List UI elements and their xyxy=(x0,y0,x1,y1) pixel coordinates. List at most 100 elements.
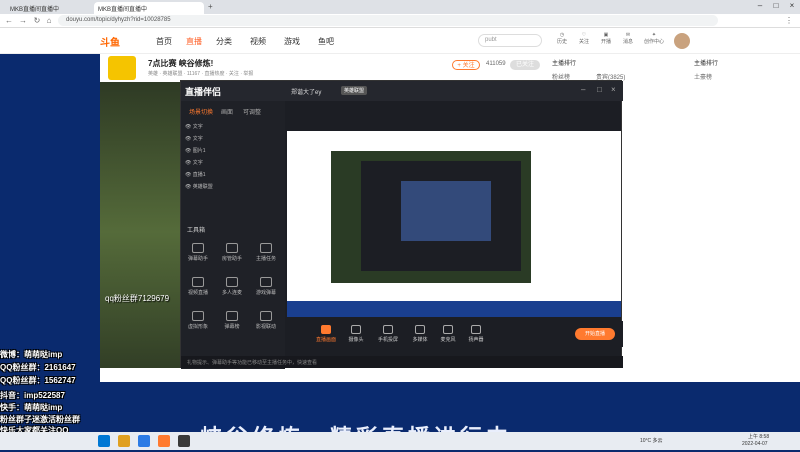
start-live-button[interactable]: 开始直播 xyxy=(575,328,615,340)
history-icon[interactable]: ◷ 历史 xyxy=(552,32,572,45)
nav-fishbar[interactable]: 鱼吧 xyxy=(318,36,334,47)
stream-preview[interactable] xyxy=(287,131,621,317)
screen-icon xyxy=(321,325,331,334)
speaker-button[interactable]: 扬声器 xyxy=(463,325,489,343)
user-avatar[interactable] xyxy=(674,33,690,49)
admin-icon xyxy=(226,243,238,253)
camera-icon xyxy=(351,325,361,334)
live-assistant-icon[interactable] xyxy=(158,435,170,447)
rank-tab[interactable]: 主播排行 xyxy=(552,58,576,67)
chat-tab[interactable]: 主播排行 xyxy=(694,58,718,67)
game-scene xyxy=(100,82,180,382)
tool-multimic[interactable]: 多人连麦 xyxy=(219,277,245,296)
layer-item[interactable]: 👁 直播1 xyxy=(185,171,206,181)
media-icon xyxy=(415,325,425,334)
tool-film[interactable]: 影视联动 xyxy=(253,311,279,330)
canvas-tab[interactable]: 画面 xyxy=(221,107,233,116)
tool-task[interactable]: 主播任务 xyxy=(253,243,279,262)
browser-tab[interactable]: MKB直播间直播中 xyxy=(6,2,92,14)
preview-nested xyxy=(331,151,531,283)
explorer-icon[interactable] xyxy=(118,435,130,447)
minimize-icon[interactable]: – xyxy=(752,1,768,13)
app-close-icon[interactable]: × xyxy=(611,85,616,94)
mic-button[interactable]: 麦克风 xyxy=(435,325,461,343)
layer-item[interactable]: 👁 文字 xyxy=(185,135,203,145)
streamer-avatar[interactable] xyxy=(108,56,136,80)
scene-tab[interactable]: 场景切换 xyxy=(189,107,213,116)
screen-capture-button[interactable]: 直播画面 xyxy=(313,325,339,343)
creator-icon[interactable]: ✦ 创作中心 xyxy=(640,32,668,45)
layer-item[interactable]: 👁 英雄联盟 xyxy=(185,183,213,193)
nav-category[interactable]: 分类 xyxy=(216,36,232,47)
home-icon[interactable]: ⌂ xyxy=(44,16,54,26)
message-icon[interactable]: ✉ 消息 xyxy=(618,32,638,45)
danmu-icon xyxy=(192,243,204,253)
broadcast-icon[interactable]: ▣ 开播 xyxy=(596,32,616,45)
forward-icon[interactable]: → xyxy=(18,16,28,26)
app-minimize-icon[interactable]: – xyxy=(581,85,585,94)
nav-game[interactable]: 游戏 xyxy=(284,36,300,47)
follow-button[interactable]: + 关注 xyxy=(452,60,480,70)
task-icon xyxy=(260,243,272,253)
maximize-icon[interactable]: □ xyxy=(768,1,784,13)
room-title: 7点比赛 峡谷修炼! xyxy=(148,59,214,68)
nav-live[interactable]: 直播 xyxy=(186,36,202,47)
overlay-line: QQ粉丝群：1562747 xyxy=(0,376,76,385)
follower-count: 411059 xyxy=(486,61,506,67)
subscribe-button[interactable]: 已关注 xyxy=(510,60,540,70)
site-header: 斗鱼 首页 直播 分类 视频 游戏 鱼吧 pubt ◷ 历史 ♡ 关注 ▣ 开播 ✉ 消… xyxy=(0,28,800,54)
video-icon xyxy=(192,277,204,287)
nav-home[interactable]: 首页 xyxy=(156,36,172,47)
toolbox-title: 工具箱 xyxy=(187,228,206,234)
address-bar: ← → ↻ ⌂ douyu.com/topic/dyhyzh?rid=10028… xyxy=(0,14,800,28)
overlay-line: 快手：萌萌哒imp xyxy=(0,403,63,412)
chat-panel: 主播排行 土豪榜 xyxy=(688,54,800,382)
nested-preview xyxy=(401,181,491,241)
preview-banner xyxy=(287,301,621,317)
room-info: 7点比赛 峡谷修炼! 英雄 · 英雄联盟 · 11167 · 直播热度 · 关注… xyxy=(100,54,546,82)
tool-video[interactable]: 视频直播 xyxy=(185,277,211,296)
overlay-line: 抖音：imp522587 xyxy=(0,391,65,400)
back-icon[interactable]: ← xyxy=(4,16,14,26)
site-logo[interactable]: 斗鱼 xyxy=(100,34,140,49)
follow-icon[interactable]: ♡ 关注 xyxy=(574,32,594,45)
rank-rich[interactable]: 土豪榜 xyxy=(694,72,712,81)
chrome-icon[interactable] xyxy=(138,435,150,447)
stream-title[interactable]: 郑谐大了ey xyxy=(291,87,321,96)
film-icon xyxy=(260,311,272,321)
start-icon[interactable] xyxy=(98,435,110,447)
close-icon[interactable]: × xyxy=(784,1,800,13)
adjust-tab[interactable]: 可调整 xyxy=(243,107,261,116)
new-tab-icon[interactable]: + xyxy=(208,2,213,11)
avatar-icon xyxy=(192,311,204,321)
scene-sidebar: 场景切换 画面 可调整 👁 文字 👁 文字 👁 图片1 👁 文字 👁 直播1 👁… xyxy=(181,101,285,369)
nav-video[interactable]: 视频 xyxy=(250,36,266,47)
control-bar: 直播画面 摄像头 手机投屏 多媒体 麦克风 扬声器 xyxy=(285,321,623,347)
overlay-line: QQ粉丝群：2161647 xyxy=(0,363,76,372)
gift-bar xyxy=(100,368,546,382)
menu-icon[interactable]: ⋮ xyxy=(784,16,794,26)
search-input[interactable]: pubt xyxy=(478,34,542,47)
overlay-line: 微博：萌萌哒imp xyxy=(0,350,63,359)
tool-rank[interactable]: 弹幕榜 xyxy=(219,311,245,330)
game-icon[interactable] xyxy=(178,435,190,447)
media-button[interactable]: 多媒体 xyxy=(407,325,433,343)
layer-item[interactable]: 👁 文字 xyxy=(185,159,203,169)
layer-item[interactable]: 👁 文字 xyxy=(185,123,203,133)
overlay-line: 粉丝群子迷激活粉丝群 xyxy=(0,415,80,424)
game-icon xyxy=(260,277,272,287)
tool-game-danmu[interactable]: 游戏弹幕 xyxy=(253,277,279,296)
mic-group-icon xyxy=(226,277,238,287)
url-field[interactable]: douyu.com/topic/dyhyzh?rid=10028785 xyxy=(58,15,718,26)
app-maximize-icon[interactable]: □ xyxy=(597,85,602,94)
browser-tab-active[interactable]: MKB直播间直播中 xyxy=(94,2,204,14)
tool-danmu[interactable]: 弹幕助手 xyxy=(185,243,211,262)
category-tag[interactable]: 英雄联盟 xyxy=(341,86,368,95)
layer-item[interactable]: 👁 图片1 xyxy=(185,147,206,157)
reload-icon[interactable]: ↻ xyxy=(32,16,42,26)
camera-button[interactable]: 摄像头 xyxy=(343,325,369,343)
live-assistant-window: 直播伴侣 郑谐大了ey 英雄联盟 – □ × 场景切换 画面 可调整 👁 文字 … xyxy=(180,80,623,369)
phone-cast-button[interactable]: 手机投屏 xyxy=(375,325,401,343)
tool-admin[interactable]: 房管助手 xyxy=(219,243,245,262)
tool-avatar[interactable]: 虚拟形象 xyxy=(185,311,211,330)
